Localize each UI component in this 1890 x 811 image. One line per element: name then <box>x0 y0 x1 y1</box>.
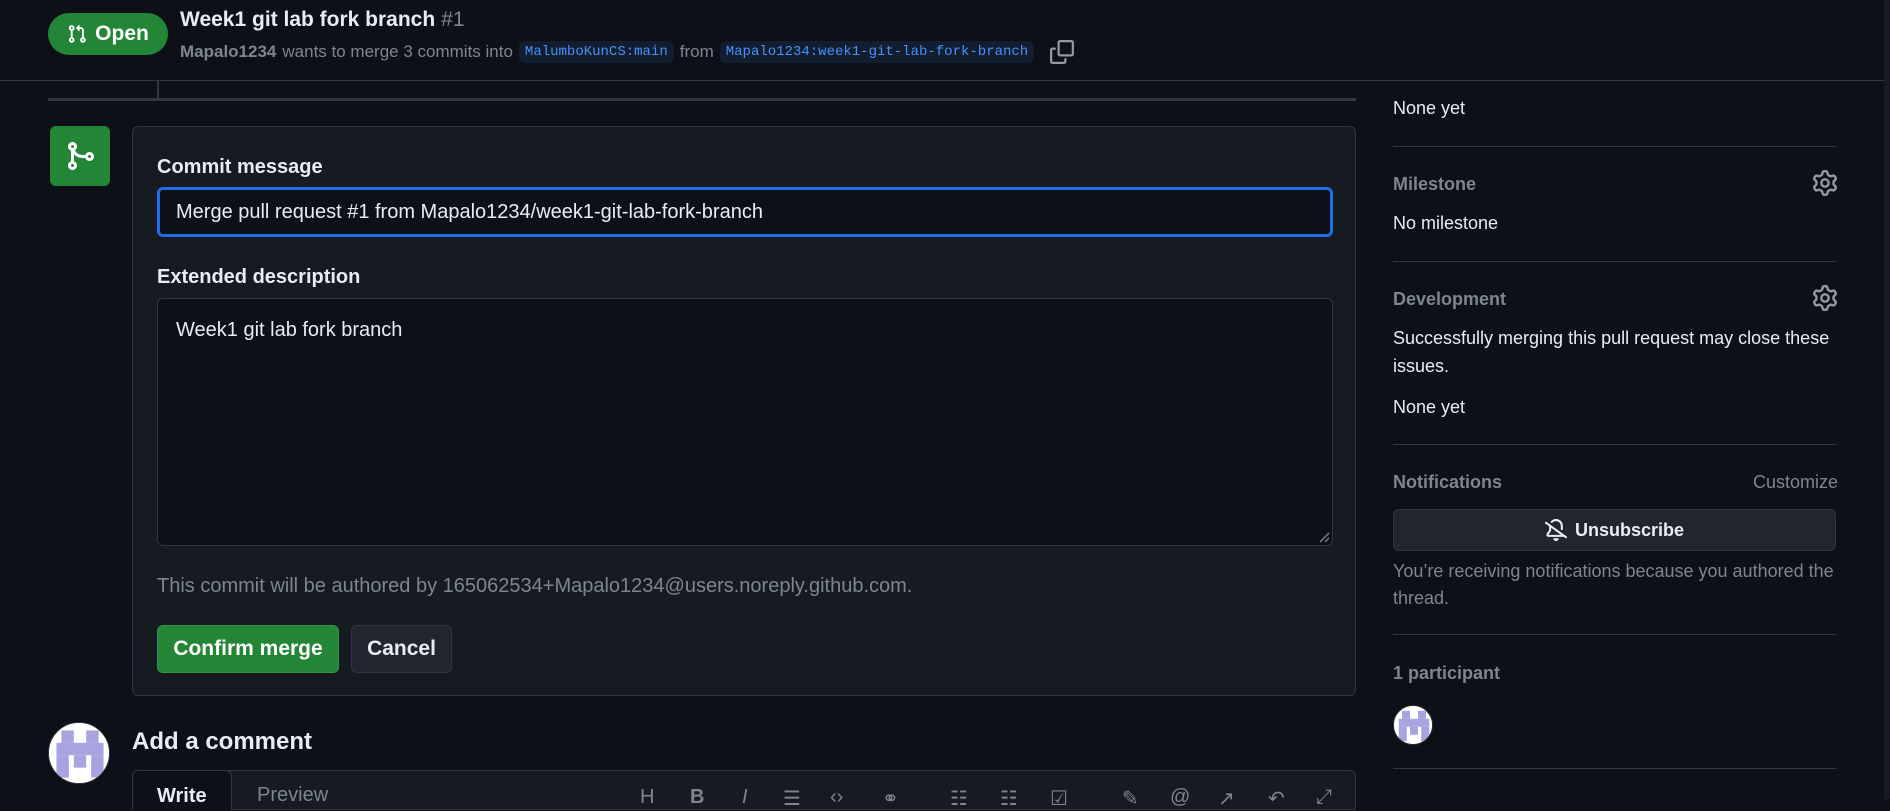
timeline-line <box>157 80 159 98</box>
participant-avatar[interactable] <box>1393 705 1433 745</box>
code-icon[interactable]: ‹› <box>830 786 843 809</box>
customize-link[interactable]: Customize <box>1753 472 1838 493</box>
resize-handle-icon[interactable] <box>1318 531 1330 543</box>
pr-merge-summary: Mapalo1234 wants to merge 3 commits into… <box>180 38 1076 66</box>
participants-heading: 1 participant <box>1393 663 1501 683</box>
sidebar-divider <box>1393 261 1836 262</box>
fullscreen-icon[interactable]: ⤢ <box>1316 786 1332 809</box>
confirm-merge-button[interactable]: Confirm merge <box>157 625 339 673</box>
gear-icon[interactable] <box>1812 285 1838 311</box>
notifications-note: You’re receiving notifications because y… <box>1393 561 1834 608</box>
sidebar-divider <box>1393 444 1836 445</box>
page-scrollbar[interactable] <box>1884 0 1890 799</box>
add-comment-heading: Add a comment <box>132 728 313 755</box>
sidebar-divider <box>1393 146 1836 147</box>
extended-description-textarea[interactable]: Week1 git lab fork branch <box>157 298 1333 546</box>
commit-message-input[interactable] <box>157 187 1333 237</box>
pr-number: #1 <box>441 8 465 31</box>
merge-text: wants to merge 3 commits into <box>282 42 513 61</box>
pr-title: Week1 git lab fork branch #1 <box>180 8 465 32</box>
tab-preview[interactable]: Preview <box>257 784 328 807</box>
unsubscribe-button[interactable]: Unsubscribe <box>1393 509 1836 551</box>
avatar-identicon <box>49 723 109 783</box>
development-value: None yet <box>1393 397 1466 417</box>
pr-state-badge: Open <box>48 13 168 55</box>
commit-message-label: Commit message <box>157 156 323 178</box>
copy-branch-button[interactable] <box>1048 38 1076 66</box>
sidebar-divider <box>1393 768 1836 769</box>
development-heading[interactable]: Development <box>1393 289 1506 310</box>
milestone-heading[interactable]: Milestone <box>1393 174 1476 195</box>
tab-write[interactable]: Write <box>132 770 232 810</box>
gear-icon[interactable] <box>1812 170 1838 196</box>
labels-value: None yet <box>1393 98 1466 118</box>
merge-status-icon <box>50 126 110 186</box>
unsubscribe-label: Unsubscribe <box>1574 519 1685 540</box>
commit-author-note: This commit will be authored by 16506253… <box>157 575 913 597</box>
avatar-identicon <box>1394 706 1432 744</box>
pull-request-icon <box>69 24 86 43</box>
development-description: Successfully merging this pull request m… <box>1393 328 1830 376</box>
avatar[interactable] <box>48 722 110 784</box>
milestone-value: No milestone <box>1393 213 1499 233</box>
copy-icon <box>1050 40 1075 64</box>
head-branch[interactable]: Mapalo1234:week1-git-lab-fork-branch <box>719 41 1035 63</box>
base-branch[interactable]: MalumboKunCS:main <box>518 41 674 63</box>
italic-icon[interactable]: I <box>742 786 748 809</box>
cancel-button[interactable]: Cancel <box>351 625 452 673</box>
from-text: from <box>679 42 714 61</box>
pr-sticky-header: Open Week1 git lab fork branch #1 Mapalo1… <box>0 0 1890 81</box>
pr-state-label: Open <box>95 22 149 45</box>
pr-title-text: Week1 git lab fork branch <box>180 8 436 31</box>
bold-icon[interactable]: B <box>690 786 704 809</box>
notifications-heading: Notifications <box>1393 472 1503 492</box>
merge-icon <box>68 142 95 170</box>
pr-author-link[interactable]: Mapalo1234 <box>180 42 276 62</box>
mention-icon[interactable]: @ <box>1170 786 1190 809</box>
extended-description-label: Extended description <box>157 266 361 288</box>
heading-icon[interactable]: H <box>640 786 654 809</box>
timeline-divider <box>48 98 1356 101</box>
sidebar-divider <box>1393 634 1836 635</box>
bell-slash-icon <box>1544 519 1567 541</box>
